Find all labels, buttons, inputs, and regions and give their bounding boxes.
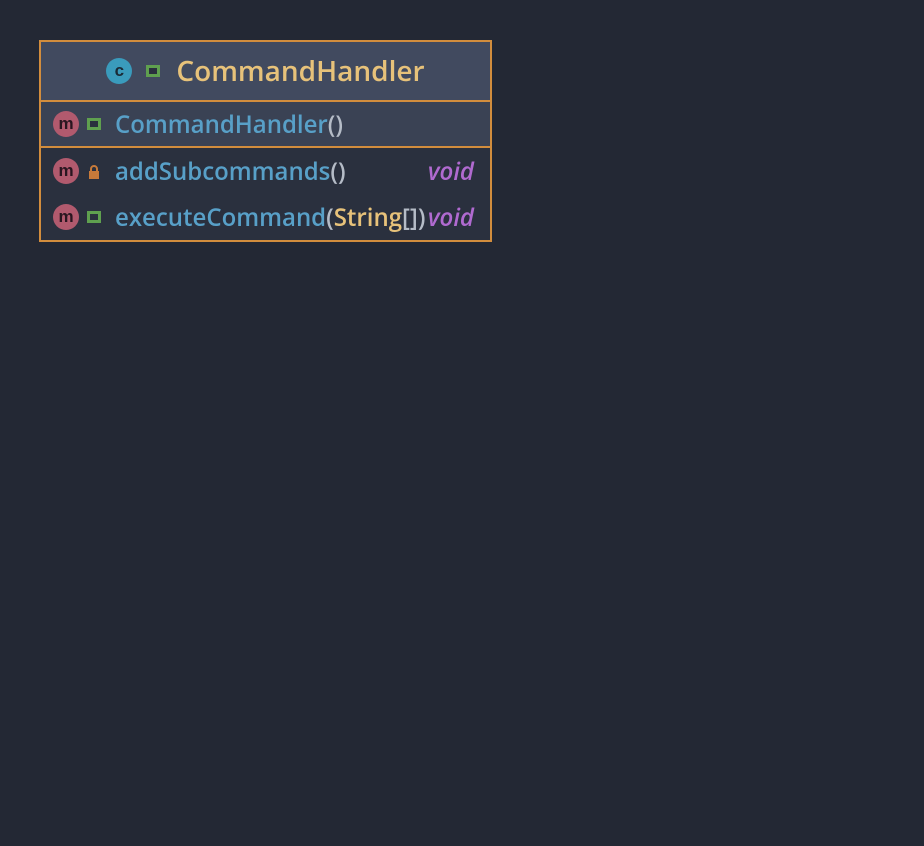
member-name: CommandHandler [115,108,328,141]
constructor-row[interactable]: m CommandHandler() [41,102,490,148]
paren-close: ) [338,155,346,188]
private-visibility-icon [87,165,101,177]
array-suffix: [] [402,201,418,234]
paren-open: ( [328,108,336,141]
member-name: executeCommand [115,201,326,234]
return-type: void [428,155,478,188]
method-icon: m [53,204,79,230]
class-icon: c [106,58,132,84]
method-icon: m [53,111,79,137]
public-visibility-icon [87,118,101,130]
method-row[interactable]: m executeCommand(String[]) void [41,194,490,240]
public-visibility-icon [87,211,101,223]
paren-close: ) [335,108,343,141]
public-visibility-icon [146,65,160,77]
paren-open: ( [326,201,334,234]
class-name: CommandHandler [176,52,424,90]
method-row[interactable]: m addSubcommands() void [41,148,490,194]
return-type: void [428,201,478,234]
param-type: String [334,201,402,234]
class-diagram-box: c CommandHandler m CommandHandler() m ad… [39,40,492,242]
paren-open: ( [330,155,338,188]
member-name: addSubcommands [115,155,330,188]
paren-close: ) [418,201,426,234]
class-header: c CommandHandler [41,42,490,102]
method-icon: m [53,158,79,184]
